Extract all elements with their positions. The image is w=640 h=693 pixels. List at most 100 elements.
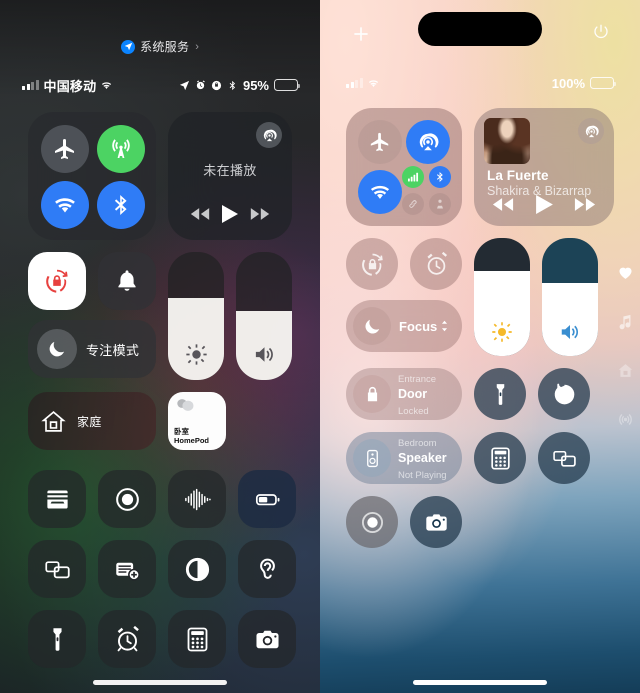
silent-mode-button[interactable] (98, 252, 156, 310)
volume-slider-right[interactable] (542, 238, 598, 356)
homepod-accessory-tile[interactable]: 卧室 HomePod (168, 392, 226, 450)
media-module[interactable]: 未在播放 (168, 112, 292, 240)
fast-forward-icon[interactable] (250, 207, 270, 221)
bluetooth-icon (229, 80, 236, 90)
status-left-group: 中国移动 (22, 76, 112, 95)
music-note-icon[interactable] (617, 313, 634, 330)
heart-icon[interactable] (617, 264, 634, 281)
door-status: Locked (398, 406, 429, 417)
vpn-button[interactable] (402, 193, 424, 215)
airplane-icon (55, 139, 74, 159)
timer-button-right[interactable] (538, 368, 590, 420)
control-center-comparison: 系统服务 › 中国移动 95% 未在播放 专注模式 家庭 卧室 HomePod … (0, 0, 640, 693)
screen-mirroring-button-right[interactable] (538, 432, 590, 484)
power-button[interactable] (592, 23, 610, 41)
add-control-button[interactable] (353, 26, 369, 42)
right-status-bar: 100% (346, 74, 616, 92)
rotation-lock-button[interactable] (28, 252, 86, 310)
speaker-accessory-tile[interactable]: Bedroom Speaker Not Playing (346, 432, 462, 484)
airdrop-button[interactable] (406, 120, 450, 164)
media-module-right[interactable]: La Fuerte Shakira & Bizarrap (474, 108, 614, 226)
alarm-timer-button[interactable] (410, 238, 462, 290)
door-device: Door (398, 387, 428, 401)
cellular-bars-icon (408, 172, 419, 182)
alarm-button[interactable] (98, 610, 156, 668)
left-status-bar: 中国移动 95% (22, 76, 300, 95)
rotation-lock-button[interactable] (346, 238, 398, 290)
calculator-button[interactable] (168, 610, 226, 668)
camera-button[interactable] (238, 610, 296, 668)
wifi-button[interactable] (41, 181, 89, 229)
speaker-labels: Bedroom Speaker Not Playing (398, 433, 447, 483)
volume-slider[interactable] (236, 252, 292, 380)
calculator-button-right[interactable] (474, 432, 526, 484)
focus-mode-module-right[interactable]: Focus (346, 300, 462, 352)
bluetooth-button[interactable] (429, 166, 451, 188)
quick-note-button[interactable] (98, 540, 156, 598)
album-artwork (484, 118, 530, 164)
screen-record-button-right[interactable] (346, 496, 398, 548)
speaker-device: Speaker (398, 451, 447, 465)
airplay-audio-icon[interactable] (578, 118, 604, 144)
left-utility-grid (28, 470, 296, 668)
brightness-slider[interactable] (168, 252, 224, 380)
brightness-slider-right[interactable] (474, 238, 530, 356)
camera-icon (255, 630, 279, 648)
wallet-button[interactable] (28, 470, 86, 528)
rewind-icon[interactable] (190, 207, 210, 221)
camera-button-right[interactable] (410, 496, 462, 548)
system-services-banner[interactable]: 系统服务 › (0, 38, 320, 55)
connectivity-module-right[interactable] (346, 108, 462, 226)
right-second-row: Focus (346, 238, 614, 356)
screen-record-button[interactable] (98, 470, 156, 528)
vpn-link-icon (409, 200, 417, 208)
flashlight-button[interactable] (28, 610, 86, 668)
now-playing-label: 未在播放 (203, 163, 257, 178)
flashlight-button-right[interactable] (474, 368, 526, 420)
right-control-grid: La Fuerte Shakira & Bizarrap Focus Entra… (346, 108, 614, 548)
speaker-icon (353, 439, 391, 477)
shazam-button[interactable] (168, 470, 226, 528)
home-indicator-right (320, 680, 640, 685)
airplay-audio-icon[interactable] (256, 122, 282, 148)
status-left-group-right (346, 78, 379, 89)
screen-mirroring-icon (552, 450, 576, 467)
chevron-updown-icon[interactable] (440, 320, 449, 332)
right-top-row: La Fuerte Shakira & Bizarrap (346, 108, 614, 226)
hearing-button[interactable] (238, 540, 296, 598)
home-module[interactable]: 家庭 (28, 392, 156, 450)
play-icon[interactable] (535, 194, 554, 215)
homepod-room: 卧室 (174, 426, 189, 436)
alarm-clock-icon (117, 625, 139, 651)
screen-mirroring-button[interactable] (28, 540, 86, 598)
fast-forward-icon[interactable] (574, 197, 596, 212)
cellular-data-button[interactable] (402, 166, 424, 188)
right-accessory-row-2: Bedroom Speaker Not Playing (346, 432, 614, 484)
play-icon[interactable] (221, 204, 239, 224)
left-top-row: 未在播放 (28, 112, 292, 240)
wifi-icon (370, 185, 390, 199)
status-right-group-right: 100% (552, 76, 616, 91)
airdrop-wrap (406, 120, 450, 164)
home-icon[interactable] (617, 362, 634, 379)
ear-icon (259, 558, 275, 579)
connectivity-module[interactable] (28, 112, 156, 240)
focus-mode-module[interactable]: 专注模式 (28, 320, 156, 378)
door-accessory-tile[interactable]: Entrance Door Locked (346, 368, 462, 420)
right-toggle-stack: Focus (346, 238, 462, 356)
dark-mode-button[interactable] (168, 540, 226, 598)
media-controls (168, 204, 292, 224)
cellular-data-button[interactable] (97, 125, 145, 173)
lock-timer-pair (346, 238, 462, 290)
wifi-button[interactable] (358, 170, 402, 214)
airplane-mode-button[interactable] (358, 120, 402, 164)
broadcast-icon[interactable] (617, 411, 634, 428)
rewind-icon[interactable] (492, 197, 514, 212)
wallet-icon (46, 490, 68, 508)
wifi-icon (368, 79, 378, 87)
bluetooth-button[interactable] (97, 181, 145, 229)
airplane-mode-button[interactable] (41, 125, 89, 173)
low-power-mode-button[interactable] (238, 470, 296, 528)
screen-record-icon (115, 487, 139, 511)
personal-hotspot-button[interactable] (429, 193, 451, 215)
